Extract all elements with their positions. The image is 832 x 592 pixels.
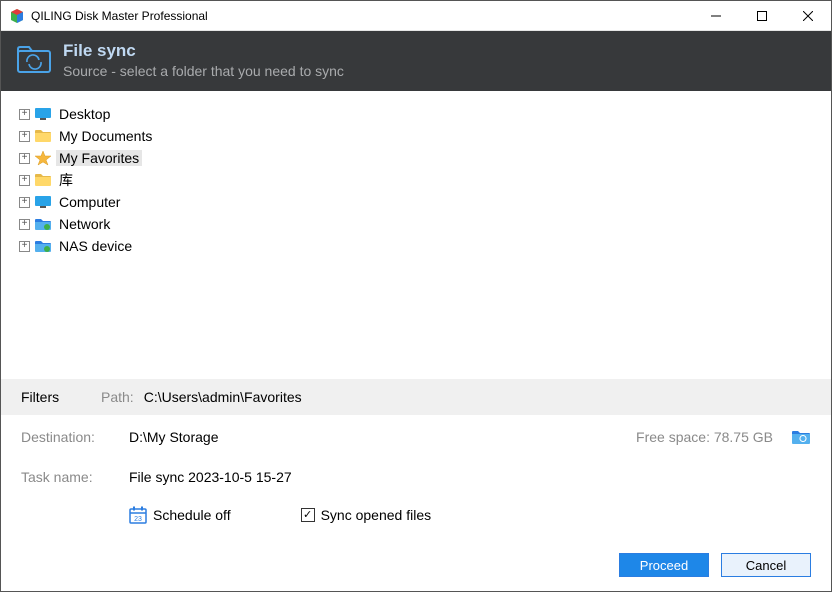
tree-item-label: 库 <box>56 170 76 190</box>
tree-item-label: My Favorites <box>56 150 142 166</box>
tree-item-label: NAS device <box>56 238 135 254</box>
monitor-icon <box>34 106 52 122</box>
schedule-label: Schedule off <box>153 507 231 523</box>
page-title: File sync <box>63 41 344 61</box>
options-row: 23 Schedule off ✓ Sync opened files <box>21 495 811 535</box>
tree-item-label: Desktop <box>56 106 113 122</box>
minimize-button[interactable] <box>693 1 739 31</box>
expander-icon[interactable]: + <box>19 153 30 164</box>
page-header: File sync Source - select a folder that … <box>1 31 831 91</box>
expander-icon[interactable]: + <box>19 197 30 208</box>
free-space: Free space: 78.75 GB <box>636 429 773 445</box>
calendar-icon: 23 <box>129 506 147 524</box>
browse-destination-icon[interactable] <box>791 429 811 445</box>
schedule-toggle[interactable]: 23 Schedule off <box>129 506 231 524</box>
tree-item-库[interactable]: +库 <box>19 169 831 191</box>
expander-icon[interactable]: + <box>19 131 30 142</box>
tree-item-label: Computer <box>56 194 123 210</box>
expander-icon[interactable]: + <box>19 175 30 186</box>
cancel-button[interactable]: Cancel <box>721 553 811 577</box>
svg-text:23: 23 <box>134 516 142 523</box>
network-icon <box>34 238 52 254</box>
sync-opened-files-checkbox[interactable]: ✓ <box>301 508 315 522</box>
tree-item-my-documents[interactable]: + My Documents <box>19 125 831 147</box>
button-row: Proceed Cancel <box>21 553 811 577</box>
task-name-row: Task name: File sync 2023-10-5 15-27 <box>21 459 811 495</box>
tree-item-network[interactable]: + Network <box>19 213 831 235</box>
expander-icon[interactable]: + <box>19 109 30 120</box>
sync-folder-icon <box>17 45 51 73</box>
folder-icon <box>34 128 52 144</box>
destination-row: Destination: D:\My Storage Free space: 7… <box>21 415 811 459</box>
maximize-button[interactable] <box>739 1 785 31</box>
window-title: QILING Disk Master Professional <box>31 9 208 23</box>
network-icon <box>34 216 52 232</box>
page-subtitle: Source - select a folder that you need t… <box>63 63 344 79</box>
close-button[interactable] <box>785 1 831 31</box>
tree-item-nas-device[interactable]: + NAS device <box>19 235 831 257</box>
proceed-button[interactable]: Proceed <box>619 553 709 577</box>
tree-item-label: My Documents <box>56 128 155 144</box>
path-value: C:\Users\admin\Favorites <box>144 389 302 405</box>
title-bar: QILING Disk Master Professional <box>1 1 831 31</box>
destination-label: Destination: <box>21 429 129 445</box>
folder-tree[interactable]: +Desktop+My Documents+My Favorites+库+Com… <box>1 91 831 379</box>
path-label: Path: <box>101 389 134 405</box>
expander-icon[interactable]: + <box>19 219 30 230</box>
app-window: QILING Disk Master Professional File syn… <box>0 0 832 592</box>
folder-icon <box>34 172 52 188</box>
bottom-panel: Filters Path: C:\Users\admin\Favorites D… <box>1 379 831 591</box>
filters-row: Filters Path: C:\Users\admin\Favorites <box>1 379 831 415</box>
tree-item-label: Network <box>56 216 113 232</box>
tree-item-my-favorites[interactable]: + My Favorites <box>19 147 831 169</box>
tree-item-computer[interactable]: + Computer <box>19 191 831 213</box>
monitor-icon <box>34 194 52 210</box>
expander-icon[interactable]: + <box>19 241 30 252</box>
sync-opened-files-label: Sync opened files <box>321 507 432 523</box>
task-name-value[interactable]: File sync 2023-10-5 15-27 <box>129 469 292 485</box>
task-name-label: Task name: <box>21 469 129 485</box>
destination-value[interactable]: D:\My Storage <box>129 429 218 445</box>
app-icon <box>9 8 25 24</box>
tree-item-desktop[interactable]: + Desktop <box>19 103 831 125</box>
star-icon <box>34 150 52 166</box>
filters-label[interactable]: Filters <box>21 389 101 405</box>
